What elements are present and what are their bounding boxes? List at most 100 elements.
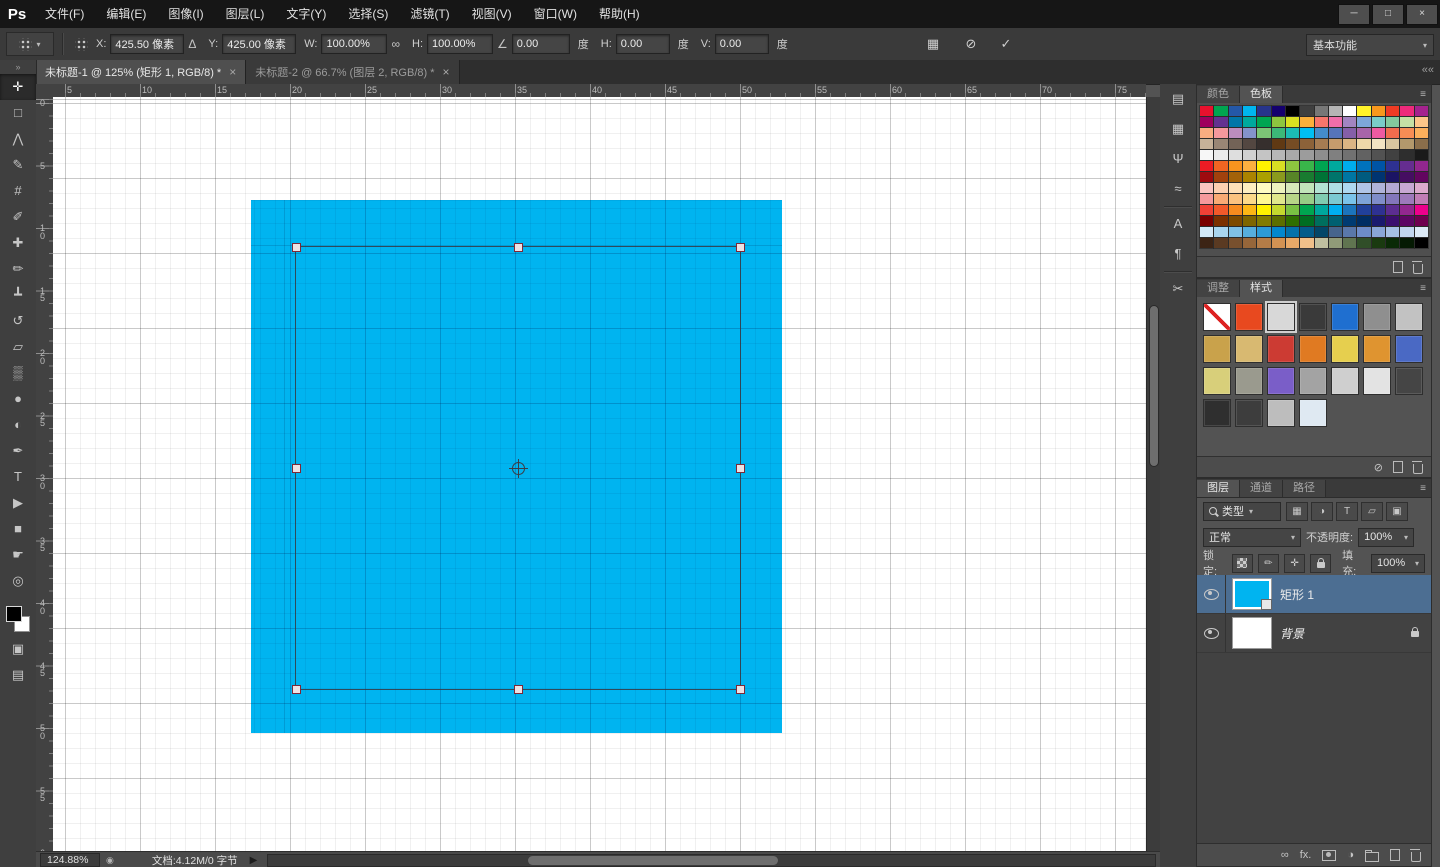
adjustment-layer-filter-icon[interactable]: ◑ [1311,502,1333,521]
color-swatch[interactable] [1357,106,1370,116]
transform-reference-point[interactable] [512,462,525,475]
layer-name[interactable]: 背景 [1280,625,1304,642]
restore-window-button[interactable]: □ [1372,4,1404,25]
angle-input[interactable]: 0.00 [512,34,570,54]
style-thumbnail[interactable] [1331,367,1359,395]
color-swatch[interactable] [1357,150,1370,160]
color-swatch[interactable] [1400,205,1413,215]
brush-panel-icon[interactable]: Ψ [1160,144,1196,174]
color-swatch[interactable] [1272,183,1285,193]
color-swatch[interactable] [1357,139,1370,149]
color-swatch[interactable] [1357,117,1370,127]
color-swatch[interactable] [1214,227,1227,237]
style-thumbnail[interactable] [1331,335,1359,363]
color-swatch[interactable] [1286,216,1299,226]
color-swatch[interactable] [1243,117,1256,127]
color-swatch[interactable] [1257,227,1270,237]
skew-v-input[interactable]: 0.00 [715,34,769,54]
color-swatch[interactable] [1386,183,1399,193]
style-thumbnail[interactable] [1331,303,1359,331]
color-swatch[interactable] [1214,139,1227,149]
fill-combo[interactable]: 100% ▾ [1371,554,1425,573]
color-swatch[interactable] [1415,238,1428,248]
color-swatch[interactable] [1343,183,1356,193]
style-thumbnail[interactable] [1299,303,1327,331]
color-swatch[interactable] [1357,205,1370,215]
link-layers-icon[interactable]: ∞ [1281,849,1289,861]
layer-row-rectangle-1[interactable]: 矩形 1 [1197,575,1431,614]
color-swatch[interactable] [1257,238,1270,248]
style-thumbnail[interactable] [1267,303,1295,331]
color-swatch[interactable] [1415,172,1428,182]
blend-mode-combo[interactable]: 正常 ▾ [1203,528,1301,547]
color-swatch[interactable] [1372,150,1385,160]
transform-handle-bottom-left[interactable] [292,685,301,694]
color-swatch[interactable] [1329,117,1342,127]
vertical-scrollbar[interactable] [1146,97,1161,851]
color-swatch[interactable] [1386,117,1399,127]
color-swatch[interactable] [1229,161,1242,171]
color-swatch[interactable] [1343,216,1356,226]
transform-handle-top-left[interactable] [292,243,301,252]
color-swatch[interactable] [1243,106,1256,116]
layer-visibility-toggle[interactable] [1197,575,1226,613]
collapse-dock-icon[interactable]: «« [1422,64,1434,76]
style-thumbnail[interactable] [1203,303,1231,331]
tab-color[interactable]: 颜色 [1197,86,1240,103]
crop-tool[interactable]: # [0,178,36,204]
style-thumbnail[interactable] [1395,367,1423,395]
color-swatch[interactable] [1386,139,1399,149]
color-swatch[interactable] [1329,139,1342,149]
color-swatch[interactable] [1286,194,1299,204]
layer-visibility-toggle[interactable] [1197,614,1226,652]
clone-stamp-tool[interactable]: ┻ [0,282,36,308]
color-swatch[interactable] [1315,117,1328,127]
color-swatch[interactable] [1343,150,1356,160]
color-swatch[interactable] [1214,150,1227,160]
menu-item[interactable]: 编辑(E) [95,0,157,28]
horizontal-scrollbar[interactable] [267,854,1156,867]
color-swatch[interactable] [1200,172,1213,182]
color-swatch[interactable] [1300,216,1313,226]
color-swatch[interactable] [1329,150,1342,160]
color-swatch[interactable] [1214,216,1227,226]
shape-layer-filter-icon[interactable]: ▱ [1361,502,1383,521]
opacity-combo[interactable]: 100% ▾ [1358,528,1414,547]
cancel-transform-button[interactable]: ⊘ [960,34,982,54]
menu-item[interactable]: 视图(V) [461,0,523,28]
color-swatch[interactable] [1243,172,1256,182]
color-swatch[interactable] [1343,172,1356,182]
tab-styles[interactable]: 样式 [1240,280,1283,297]
color-swatch[interactable] [1329,106,1342,116]
color-swatch[interactable] [1357,183,1370,193]
horizontal-scrollbar-thumb[interactable] [528,856,778,865]
color-swatch[interactable] [1286,150,1299,160]
tab-swatches[interactable]: 色板 [1240,86,1283,103]
menu-item[interactable]: 图像(I) [157,0,214,28]
color-swatch[interactable] [1243,128,1256,138]
color-swatch[interactable] [1272,117,1285,127]
color-swatch[interactable] [1286,183,1299,193]
transform-handle-middle-left[interactable] [292,464,301,473]
color-swatch[interactable] [1315,227,1328,237]
link-dimensions-icon[interactable]: ∞ [391,37,400,51]
color-swatch[interactable] [1400,227,1413,237]
color-swatch[interactable] [1415,128,1428,138]
color-swatch[interactable] [1243,194,1256,204]
style-thumbnail[interactable] [1235,367,1263,395]
color-swatch[interactable] [1229,194,1242,204]
color-swatch[interactable] [1372,139,1385,149]
style-thumbnail[interactable] [1203,335,1231,363]
color-swatch[interactable] [1229,106,1242,116]
color-swatch[interactable] [1272,128,1285,138]
tab-adjustments[interactable]: 调整 [1197,280,1240,297]
color-swatch[interactable] [1415,205,1428,215]
color-swatch[interactable] [1214,161,1227,171]
color-swatch[interactable] [1300,238,1313,248]
color-swatch[interactable] [1272,216,1285,226]
panel-menu-icon[interactable]: ≡ [1420,86,1426,103]
zoom-level-field[interactable]: 124.88% [40,853,100,867]
color-swatch[interactable] [1300,205,1313,215]
color-swatch[interactable] [1200,238,1213,248]
eyedropper-tool[interactable]: ✐ [0,204,36,230]
